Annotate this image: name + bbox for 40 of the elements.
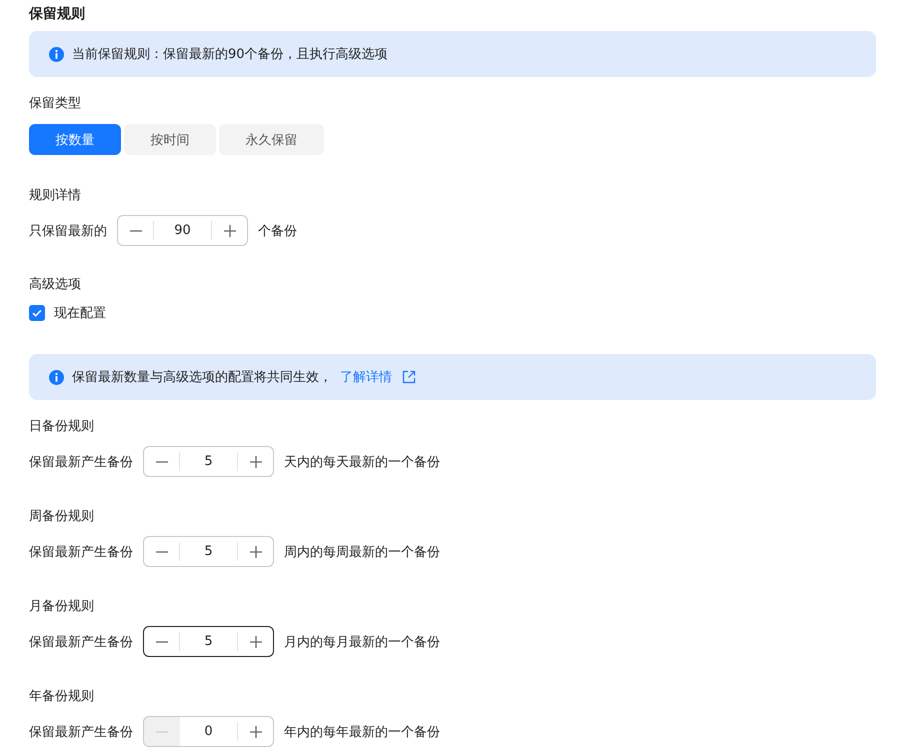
external-link-icon[interactable] [402, 370, 416, 384]
stepper-value: 5 [203, 544, 214, 559]
plus-icon[interactable] [248, 634, 262, 648]
field-label: 高级选项 [29, 276, 82, 294]
plus-icon[interactable] [222, 224, 236, 238]
number-stepper[interactable]: 90 [117, 215, 248, 246]
number-stepper[interactable]: 5 [143, 626, 274, 657]
unit-text: 周内的每周最新的一个备份 [284, 544, 440, 560]
number-stepper[interactable]: 5 [143, 446, 274, 477]
retention-type-tab[interactable]: 按数量 [29, 124, 121, 155]
info-text: 当前保留规则：保留最新的90个备份，且执行高级选项 [72, 46, 388, 63]
number-stepper[interactable]: 5 [143, 536, 274, 567]
stepper-value: 0 [203, 724, 214, 739]
stepper-value: 5 [203, 454, 214, 469]
info-text: 保留最新数量与高级选项的配置将共同生效， [72, 369, 332, 386]
field-label: 保留类型 [29, 95, 82, 113]
field-label: 月备份规则 [29, 598, 95, 616]
unit-text: 月内的每月最新的一个备份 [284, 634, 440, 650]
field-label: 只保留最新的 [29, 222, 107, 240]
info-icon [49, 370, 64, 384]
field-label: 保留最新产生备份 [29, 544, 133, 560]
unit-text: 个备份 [258, 222, 297, 240]
retention-type-tab[interactable]: 永久保留 [219, 124, 324, 155]
unit-text: 天内的每天最新的一个备份 [284, 454, 440, 470]
info-icon [49, 46, 64, 62]
plus-icon[interactable] [248, 454, 262, 468]
unit-text: 年内的每年最新的一个备份 [284, 724, 440, 740]
field-label: 周备份规则 [29, 508, 95, 526]
field-label: 年备份规则 [29, 688, 95, 706]
stepper-value: 5 [203, 634, 214, 649]
field-label: 保留最新产生备份 [29, 454, 133, 470]
stepper-value: 90 [173, 223, 192, 238]
field-label: 规则详情 [29, 187, 82, 205]
field-label: 保留最新产生备份 [29, 634, 133, 650]
field-label: 保留最新产生备份 [29, 724, 133, 740]
field-label: 日备份规则 [29, 418, 95, 436]
section-title: 保留规则 [29, 5, 86, 24]
plus-icon[interactable] [248, 544, 262, 558]
checkbox-label[interactable]: 现在配置 [54, 304, 106, 322]
retention-type-tab[interactable]: 按时间 [124, 124, 216, 155]
